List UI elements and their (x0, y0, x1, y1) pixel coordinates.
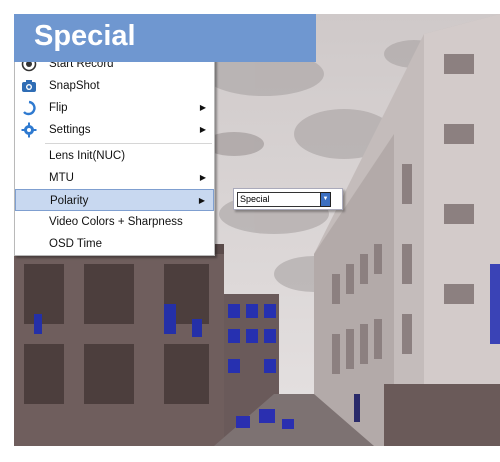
context-menu: Start Record SnapShot Flip ▶ Settings ▶ … (14, 52, 215, 256)
submenu-arrow-icon: ▶ (199, 173, 206, 182)
menu-item-mtu[interactable]: MTU ▶ (15, 167, 214, 189)
menu-item-label: Polarity (50, 195, 89, 207)
menu-item-label: Flip (49, 102, 68, 114)
camera-icon (21, 78, 37, 94)
polarity-submenu: Special ▼ (233, 188, 343, 210)
polarity-select-value: Special (240, 194, 270, 204)
submenu-arrow-icon: ▶ (199, 125, 206, 134)
menu-item-label: Lens Init(NUC) (49, 150, 126, 162)
menu-item-video-colors[interactable]: Video Colors + Sharpness (15, 211, 214, 233)
menu-separator (45, 143, 212, 144)
menu-item-lens-init[interactable]: Lens Init(NUC) (15, 145, 214, 167)
menu-item-label: OSD Time (49, 238, 103, 250)
menu-item-label: SnapShot (49, 80, 100, 92)
dropdown-arrow-icon[interactable]: ▼ (320, 192, 331, 207)
menu-item-label: Settings (49, 124, 91, 136)
menu-item-label: Video Colors + Sharpness (49, 216, 183, 228)
mode-title-banner: Special (14, 14, 316, 62)
menu-item-osd-time[interactable]: OSD Time (15, 233, 214, 255)
submenu-arrow-icon: ▶ (199, 103, 206, 112)
menu-item-polarity[interactable]: Polarity ▶ (15, 189, 214, 211)
polarity-select[interactable]: Special ▼ (237, 192, 331, 207)
gear-icon (21, 122, 37, 138)
menu-item-label: MTU (49, 172, 74, 184)
submenu-arrow-icon: ▶ (198, 196, 205, 205)
menu-item-snapshot[interactable]: SnapShot (15, 75, 214, 97)
mode-title: Special (34, 20, 136, 52)
menu-item-settings[interactable]: Settings ▶ (15, 119, 214, 141)
rotate-icon (21, 100, 37, 116)
menu-item-flip[interactable]: Flip ▶ (15, 97, 214, 119)
